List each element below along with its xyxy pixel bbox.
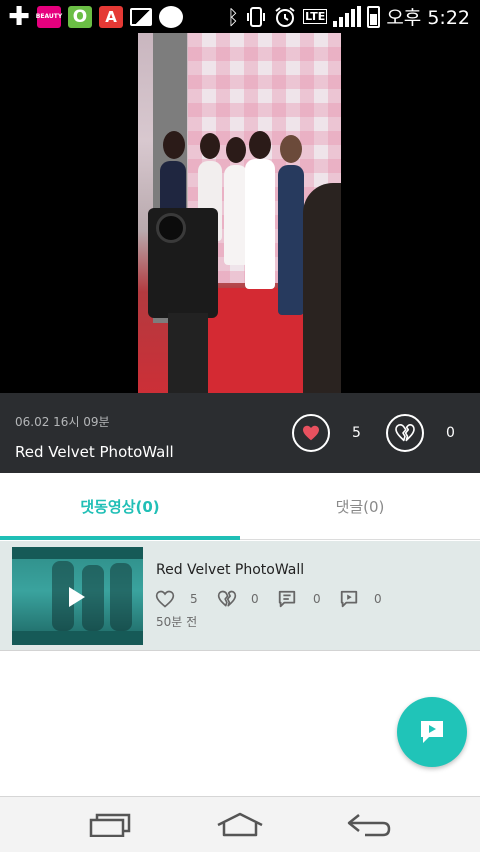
figure-head [280,135,302,163]
figure [245,159,275,289]
lte-icon: LTE [303,9,328,24]
like-count: 5 [352,425,361,441]
recent-apps-button[interactable] [76,805,146,845]
recent-apps-icon [89,813,131,837]
likes-count: 5 [190,592,198,606]
thumbnail-figure [82,565,104,631]
figure-head [249,131,271,159]
beauty-app-icon: BEAUTY [36,5,62,28]
video-player[interactable] [0,33,480,393]
comment-fab-button[interactable] [397,697,467,767]
bluetooth-icon: ᛒ [227,4,240,29]
comment-play-icon [421,721,443,743]
replies-count: 0 [374,592,382,606]
back-icon [347,814,391,837]
video-thumbnail[interactable] [12,547,143,645]
broken-heart-icon [395,424,415,442]
thumbnail-figure [110,563,132,631]
figure-head [226,137,246,163]
active-tab-indicator [0,536,240,540]
tab-comments[interactable]: 댓글(0) [240,473,480,540]
upload-date: 06.02 16시 09분 [15,415,110,429]
plus-icon: ✚ [8,1,30,32]
heart-outline-icon [155,590,175,608]
dislike-button[interactable] [386,414,424,452]
list-item[interactable]: Red Velvet PhotoWall 5 0 0 0 50분 전 [0,541,480,651]
figure-head [200,133,220,159]
a-app-icon: A [99,5,123,28]
video-reply-icon [340,590,358,608]
navigation-bar [0,796,480,852]
thumbnail-band [12,631,143,645]
list-item-time: 50분 전 [156,615,198,629]
thumbnail-band [12,547,143,559]
screen: ✚ BEAUTY O A ᛒ LTE 오후 5:22 06.02 16시 09분… [0,0,480,852]
spectator [303,183,341,393]
video-frame[interactable] [138,33,341,393]
tab-reply-videos[interactable]: 댓동영상(0) [0,473,240,540]
content-tabs: 댓동영상(0) 댓글(0) [0,473,480,540]
home-button[interactable] [205,805,275,845]
dislike-count: 0 [446,425,455,441]
alarm-icon [275,6,295,27]
like-button[interactable] [292,414,330,452]
video-title: Red Velvet PhotoWall [15,443,174,461]
system-icons: ᛒ LTE 오후 5:22 [227,0,470,33]
tripod [168,313,208,393]
gallery-icon [130,7,152,26]
home-icon [217,812,263,837]
comments-count: 0 [313,592,321,606]
opera-icon: O [68,5,92,28]
status-time: 오후 5:22 [386,7,470,29]
status-bar: ✚ BEAUTY O A ᛒ LTE 오후 5:22 [0,0,480,33]
bear-app-icon [159,5,183,28]
back-button[interactable] [334,805,404,845]
comment-icon [278,590,296,608]
figure-head [163,131,185,159]
notification-icons: ✚ BEAUTY O A [0,1,183,32]
figure [278,165,304,315]
dislikes-count: 0 [251,592,259,606]
camera-lens [156,213,186,243]
list-item-title: Red Velvet PhotoWall [156,562,305,578]
signal-icon [333,5,362,27]
battery-icon [367,5,381,28]
vibrate-icon [247,6,266,27]
video-info-bar: 06.02 16시 09분 Red Velvet PhotoWall 5 0 [0,393,480,473]
heart-filled-icon [303,425,319,441]
play-icon [69,587,85,607]
broken-heart-icon [217,590,237,607]
